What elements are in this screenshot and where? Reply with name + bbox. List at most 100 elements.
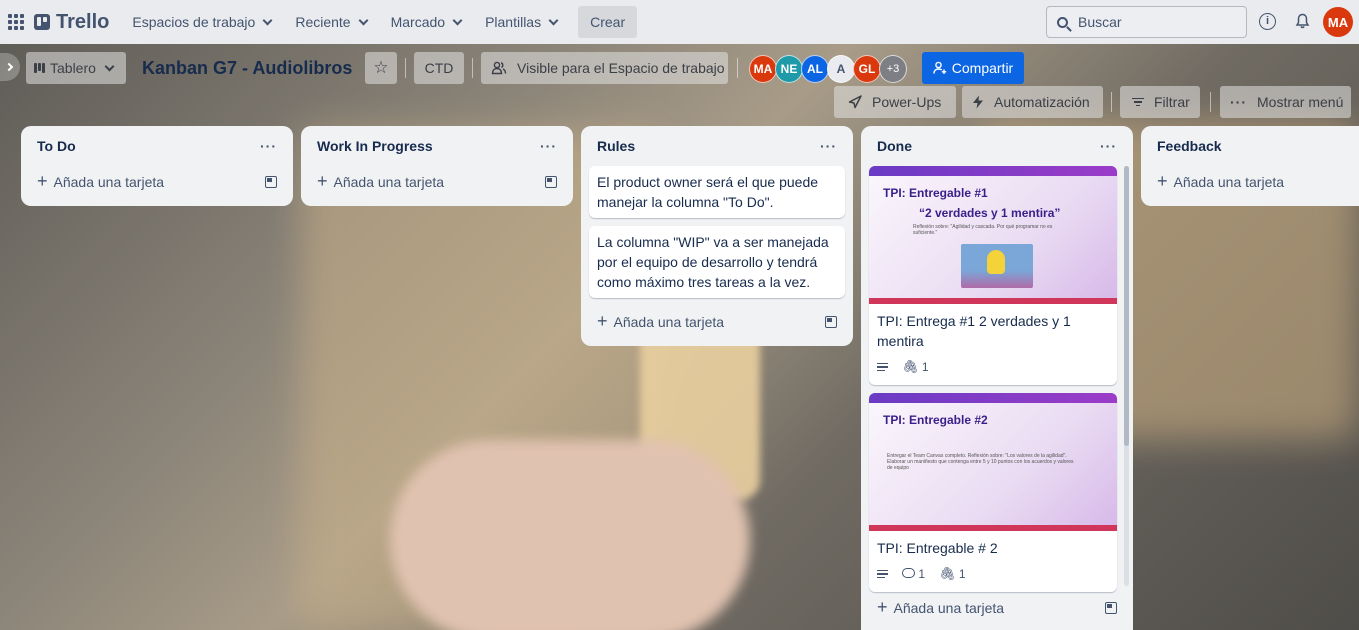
list-title[interactable]: Feedback bbox=[1157, 138, 1222, 154]
list-work-in-progress: Work In Progress ··· + Añada una tarjeta bbox=[301, 126, 573, 206]
share-button[interactable]: Compartir bbox=[922, 52, 1024, 84]
create-button[interactable]: Crear bbox=[578, 6, 638, 38]
board-view-switcher[interactable]: Tablero bbox=[26, 52, 126, 84]
member-avatar[interactable]: GL bbox=[853, 55, 881, 83]
card-template-icon[interactable] bbox=[825, 316, 837, 328]
chevron-down-icon bbox=[358, 15, 369, 25]
card-template-icon[interactable] bbox=[265, 176, 277, 188]
divider bbox=[1111, 92, 1112, 112]
member-avatar[interactable]: AL bbox=[801, 55, 829, 83]
card[interactable]: El product owner será el que puede manej… bbox=[589, 166, 845, 218]
list-scrollbar[interactable] bbox=[1124, 166, 1129, 586]
member-avatar[interactable]: MA bbox=[749, 55, 777, 83]
member-avatar[interactable]: NE bbox=[775, 55, 803, 83]
list-title[interactable]: Done bbox=[877, 138, 912, 154]
background-hand bbox=[390, 440, 750, 630]
add-card-label: Añada una tarjeta bbox=[53, 174, 165, 190]
rocket-icon bbox=[848, 95, 862, 109]
list-actions-icon[interactable]: ··· bbox=[1100, 138, 1117, 154]
member-avatar[interactable]: A bbox=[827, 55, 855, 83]
attachment-badge: 🖇 1 bbox=[902, 357, 929, 377]
card[interactable]: La columna "WIP" va a ser manejada por e… bbox=[589, 226, 845, 298]
bell-icon[interactable] bbox=[1295, 13, 1310, 29]
add-card-label: Añada una tarjeta bbox=[613, 314, 725, 330]
list-actions-icon[interactable]: ··· bbox=[540, 138, 557, 154]
cover-header-band bbox=[869, 166, 1117, 176]
app-switcher-icon[interactable] bbox=[8, 14, 24, 30]
divider bbox=[1210, 92, 1211, 112]
add-card-label: Añada una tarjeta bbox=[893, 600, 1005, 616]
menu-recent[interactable]: Reciente bbox=[286, 6, 375, 38]
cover-header-band bbox=[869, 393, 1117, 403]
card-title: La columna "WIP" va a ser manejada por e… bbox=[597, 234, 829, 290]
list-actions-icon[interactable]: ··· bbox=[260, 138, 277, 154]
power-ups-button[interactable]: Power-Ups bbox=[834, 86, 956, 118]
description-icon bbox=[877, 569, 888, 579]
show-menu-button[interactable]: ··· Mostrar menú bbox=[1220, 86, 1351, 118]
chevron-right-icon bbox=[4, 62, 13, 72]
list-title[interactable]: Rules bbox=[597, 138, 635, 154]
list-title[interactable]: Work In Progress bbox=[317, 138, 433, 154]
automation-button[interactable]: Automatización bbox=[962, 86, 1103, 118]
workspace-button[interactable]: CTD bbox=[414, 52, 464, 84]
filter-label: Filtrar bbox=[1154, 94, 1190, 110]
cover-heading: TPI: Entregable #2 bbox=[883, 413, 988, 427]
scrollbar-thumb[interactable] bbox=[1124, 166, 1129, 446]
user-avatar[interactable]: MA bbox=[1323, 7, 1353, 37]
list-done: Done ··· TPI: Entregable #1 “2 verdades … bbox=[861, 126, 1133, 630]
list-feedback: Feedback + Añada una tarjeta bbox=[1141, 126, 1359, 206]
cover-illustration bbox=[961, 244, 1033, 288]
list-header: Rules ··· bbox=[589, 126, 845, 166]
add-card-button[interactable]: + Añada una tarjeta bbox=[589, 306, 845, 338]
card-cover-image: TPI: Entregable #2 Entregar el Team Canv… bbox=[869, 393, 1117, 531]
menu-templates[interactable]: Plantillas bbox=[476, 6, 566, 38]
star-board-button[interactable]: ☆ bbox=[365, 52, 397, 84]
description-icon bbox=[877, 362, 888, 372]
plus-icon: + bbox=[37, 170, 48, 191]
paperclip-icon: 🖇 bbox=[939, 566, 956, 581]
card[interactable]: TPI: Entregable #1 “2 verdades y 1 menti… bbox=[869, 166, 1117, 385]
plus-icon: + bbox=[597, 310, 608, 331]
filter-button[interactable]: Filtrar bbox=[1120, 86, 1200, 118]
search-icon bbox=[1057, 16, 1068, 28]
visibility-label: Visible para el Espacio de trabajo bbox=[517, 60, 725, 76]
cover-subheading: “2 verdades y 1 mentira” bbox=[919, 206, 1061, 220]
add-card-label: Añada una tarjeta bbox=[1173, 174, 1285, 190]
more-members-badge[interactable]: +3 bbox=[879, 55, 907, 83]
card-title: TPI: Entregable # 2 bbox=[877, 540, 998, 556]
card-badges: 🖇 1 bbox=[869, 357, 1117, 385]
board-title[interactable]: Kanban G7 - Audiolibros bbox=[142, 58, 352, 79]
divider bbox=[472, 58, 473, 78]
trello-logo[interactable]: Trello bbox=[34, 11, 109, 34]
info-icon[interactable]: i bbox=[1259, 13, 1276, 30]
search-placeholder: Buscar bbox=[1078, 14, 1122, 30]
card[interactable]: TPI: Entregable #2 Entregar el Team Canv… bbox=[869, 393, 1117, 592]
expand-sidebar-button[interactable] bbox=[0, 53, 20, 81]
chevron-down-icon bbox=[104, 61, 115, 71]
share-label: Compartir bbox=[951, 60, 1014, 76]
add-card-label: Añada una tarjeta bbox=[333, 174, 445, 190]
visibility-button[interactable]: Visible para el Espacio de trabajo bbox=[481, 52, 728, 84]
show-menu-label: Mostrar menú bbox=[1257, 94, 1344, 110]
cover-heading: TPI: Entregable #1 bbox=[883, 186, 988, 200]
chevron-down-icon bbox=[548, 15, 559, 25]
add-card-button[interactable]: + Añada una tarjeta bbox=[869, 592, 1125, 624]
card-template-icon[interactable] bbox=[545, 176, 557, 188]
card-template-icon[interactable] bbox=[1105, 602, 1117, 614]
plus-icon: + bbox=[317, 170, 328, 191]
search-input[interactable]: Buscar bbox=[1046, 6, 1247, 38]
divider bbox=[737, 58, 738, 78]
add-card-button[interactable]: + Añada una tarjeta bbox=[1149, 166, 1359, 198]
trello-icon bbox=[34, 14, 50, 30]
menu-starred[interactable]: Marcado bbox=[382, 6, 470, 38]
cover-body-text: Entregar el Team Canvas completo. Reflex… bbox=[887, 453, 1074, 471]
card-title: TPI: Entrega #1 2 verdades y 1 mentira bbox=[877, 313, 1071, 349]
list-title[interactable]: To Do bbox=[37, 138, 76, 154]
list-actions-icon[interactable]: ··· bbox=[820, 138, 837, 154]
menu-workspaces[interactable]: Espacios de trabajo bbox=[123, 6, 280, 38]
add-card-button[interactable]: + Añada una tarjeta bbox=[29, 166, 285, 198]
menu-label: Plantillas bbox=[485, 14, 542, 30]
plus-icon: + bbox=[1157, 170, 1168, 191]
add-card-button[interactable]: + Añada una tarjeta bbox=[309, 166, 565, 198]
board-view-icon bbox=[34, 63, 45, 73]
